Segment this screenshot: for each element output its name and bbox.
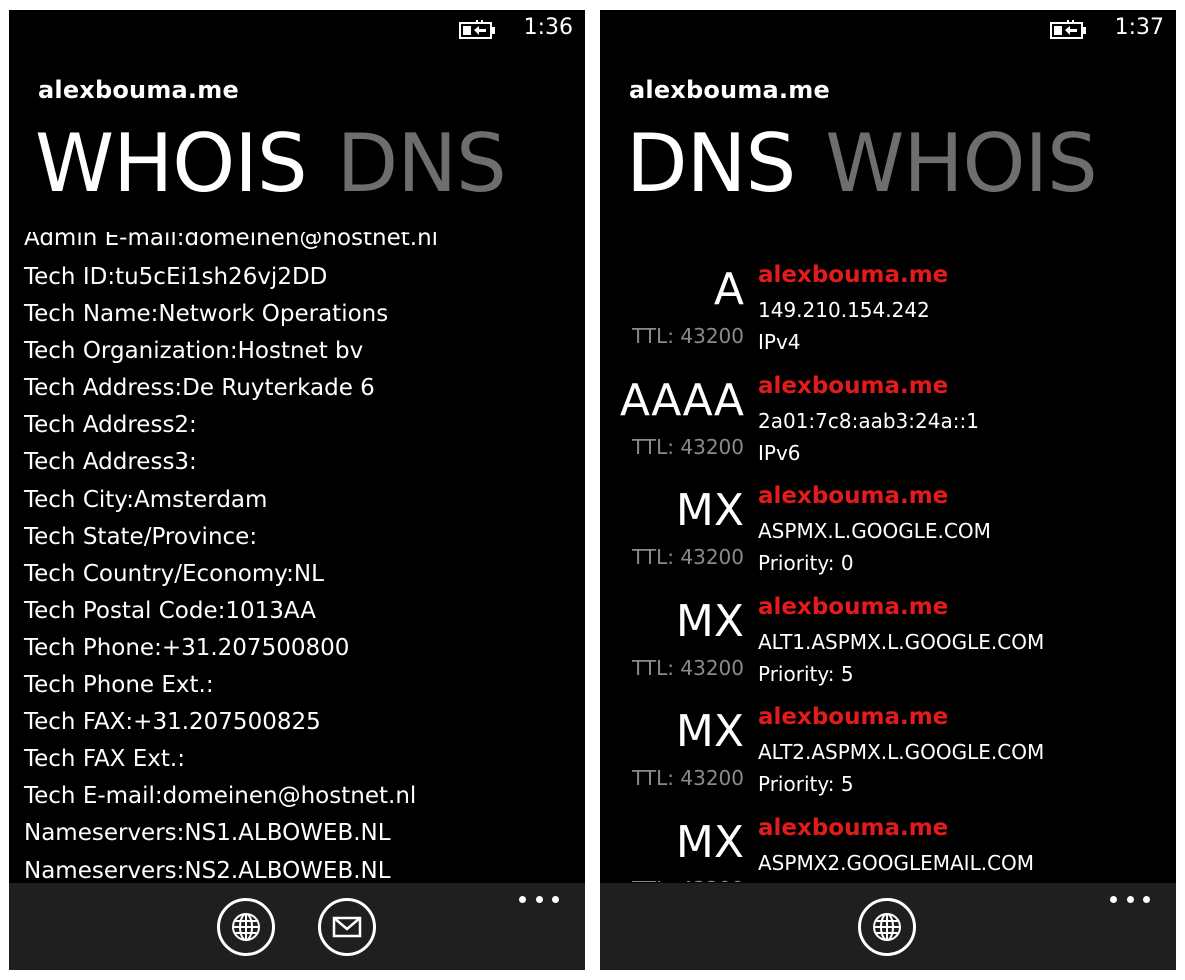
whois-line: Tech Phone Ext.: [24, 672, 214, 699]
whois-line: Tech Address2: [24, 412, 197, 439]
mail-icon [332, 916, 362, 938]
more-dot-icon [1110, 895, 1117, 903]
dns-record[interactable]: MX TTL: 43200 alexbouma.me ASPMX2.GOOGLEMAI… [600, 803, 1176, 883]
clock: 1:36 [523, 15, 573, 40]
globe-icon [232, 913, 260, 941]
pivot-tab-whois[interactable]: WHOIS [825, 114, 1098, 214]
dns-record-value: ASPMX.L.GOOGLE.COM [758, 519, 991, 543]
whois-line: Tech State/Province: [24, 523, 258, 550]
whois-line: Admin E-mail:domeinen@hostnet.nl [24, 232, 439, 251]
dns-record-ttl: TTL: 43200 [632, 766, 744, 790]
dns-record-extra: Priority: 5 [758, 772, 854, 796]
whois-line: Tech FAX Ext.: [24, 746, 185, 773]
dns-record[interactable]: MX TTL: 43200 alexbouma.me ALT2.ASPMX.L.GOO… [600, 692, 1176, 803]
dns-record-host: alexbouma.me [758, 262, 949, 288]
dns-record-host: alexbouma.me [758, 483, 949, 509]
globe-icon [873, 913, 901, 941]
dns-record-extra: Priority: 0 [758, 551, 854, 575]
globe-button[interactable] [217, 898, 275, 956]
dns-record-value: ALT2.ASPMX.L.GOOGLE.COM [758, 740, 1045, 764]
dns-record-type: MX [675, 485, 744, 536]
whois-line: Tech Country/Economy:NL [24, 560, 324, 587]
mail-button[interactable] [318, 898, 376, 956]
clock: 1:37 [1114, 15, 1164, 40]
more-dot-icon [1126, 895, 1134, 903]
dns-records-list[interactable]: A TTL: 43200 alexbouma.me 149.210.154.242 IP… [600, 250, 1176, 882]
whois-line: Tech E-mail:domeinen@hostnet.nl [24, 783, 417, 810]
dns-record-type: MX [675, 595, 744, 647]
app-bar [9, 883, 585, 970]
dns-record-type: AAAA [619, 374, 744, 426]
dns-record-host: alexbouma.me [758, 593, 949, 620]
dns-record-host: alexbouma.me [758, 704, 949, 730]
dns-record[interactable]: MX TTL: 43200 alexbouma.me ALT1.ASPMX.L.GOO… [600, 582, 1176, 693]
dns-record-ttl: TTL: 43200 [632, 545, 744, 569]
whois-line: Nameservers:NS2.ALBOWEB.NL [24, 857, 391, 883]
status-bar: 1:36 [9, 10, 585, 48]
more-dot-icon [535, 895, 543, 903]
dns-record-ttl: TTL: 43200 [632, 877, 744, 883]
whois-line: Tech City:Amsterdam [24, 486, 268, 513]
dns-record[interactable]: AAAA TTL: 43200 alexbouma.me 2a01:7c8:aab3:… [600, 361, 1176, 472]
more-options-button[interactable] [1110, 887, 1150, 911]
pivot-header[interactable]: DNS WHOIS [626, 114, 1127, 214]
more-dot-icon [1143, 895, 1150, 903]
dns-record[interactable]: A TTL: 43200 alexbouma.me 149.210.154.242 IP… [600, 250, 1176, 361]
dns-record-ttl: TTL: 43200 [632, 655, 744, 680]
app-title: alexbouma.me [629, 76, 830, 104]
more-options-button[interactable] [519, 887, 559, 911]
dns-record-ttl: TTL: 43200 [632, 434, 744, 459]
whois-line: Tech Phone:+31.207500800 [24, 634, 350, 661]
whois-results-list[interactable]: Admin E-mail:domeinen@hostnet.nl Tech ID:… [9, 232, 585, 882]
dns-record-extra: Priority: 5 [758, 661, 854, 686]
status-bar: 1:37 [600, 10, 1176, 48]
pivot-tab-dns[interactable]: DNS [337, 114, 507, 214]
more-dot-icon [519, 895, 526, 903]
dns-record-value: ASPMX2.GOOGLEMAIL.COM [758, 850, 1035, 875]
whois-line: Nameservers:NS1.ALBOWEB.NL [24, 820, 391, 847]
pivot-header[interactable]: WHOIS DNS [35, 114, 536, 214]
battery-charging-icon [1050, 20, 1086, 39]
dns-record-value: 149.210.154.242 [758, 298, 930, 322]
dns-record[interactable]: MX TTL: 43200 alexbouma.me ASPMX.L.GOOGLE.C… [600, 471, 1176, 582]
whois-line: Tech Postal Code:1013AA [24, 597, 317, 624]
whois-line: Tech ID:tu5cEi1sh26vj2DD [24, 264, 328, 290]
dns-record-type: MX [675, 816, 744, 868]
whois-line: Tech Organization:Hostnet bv [24, 338, 364, 365]
globe-button[interactable] [858, 898, 916, 956]
pivot-tab-dns[interactable]: DNS [626, 114, 796, 214]
whois-line: Tech Address:De Ruyterkade 6 [24, 375, 375, 402]
whois-line: Tech Name:Network Operations [24, 301, 389, 328]
pivot-tab-whois[interactable]: WHOIS [35, 114, 308, 214]
dns-record-extra: IPv6 [758, 440, 801, 465]
whois-line: Tech FAX:+31.207500825 [24, 709, 321, 736]
battery-charging-icon [459, 20, 495, 39]
phone-screen-dns: 1:37 alexbouma.me DNS WHOIS A TTL: 43200 al… [600, 10, 1176, 970]
dns-record-type: A [713, 264, 744, 315]
dns-record-host: alexbouma.me [758, 814, 949, 841]
app-bar [600, 883, 1176, 970]
dns-record-ttl: TTL: 43200 [632, 324, 744, 348]
dns-record-value: 2a01:7c8:aab3:24a::1 [758, 408, 979, 433]
more-dot-icon [552, 895, 559, 903]
dns-record-host: alexbouma.me [758, 372, 949, 399]
phone-screen-whois: 1:36 alexbouma.me WHOIS DNS Admin E-mail:… [9, 10, 585, 970]
whois-line: Tech Address3: [24, 449, 197, 476]
app-title: alexbouma.me [38, 76, 239, 104]
dns-record-value: ALT1.ASPMX.L.GOOGLE.COM [758, 629, 1045, 654]
dns-record-extra: IPv4 [758, 330, 801, 354]
dns-record-type: MX [675, 706, 744, 757]
